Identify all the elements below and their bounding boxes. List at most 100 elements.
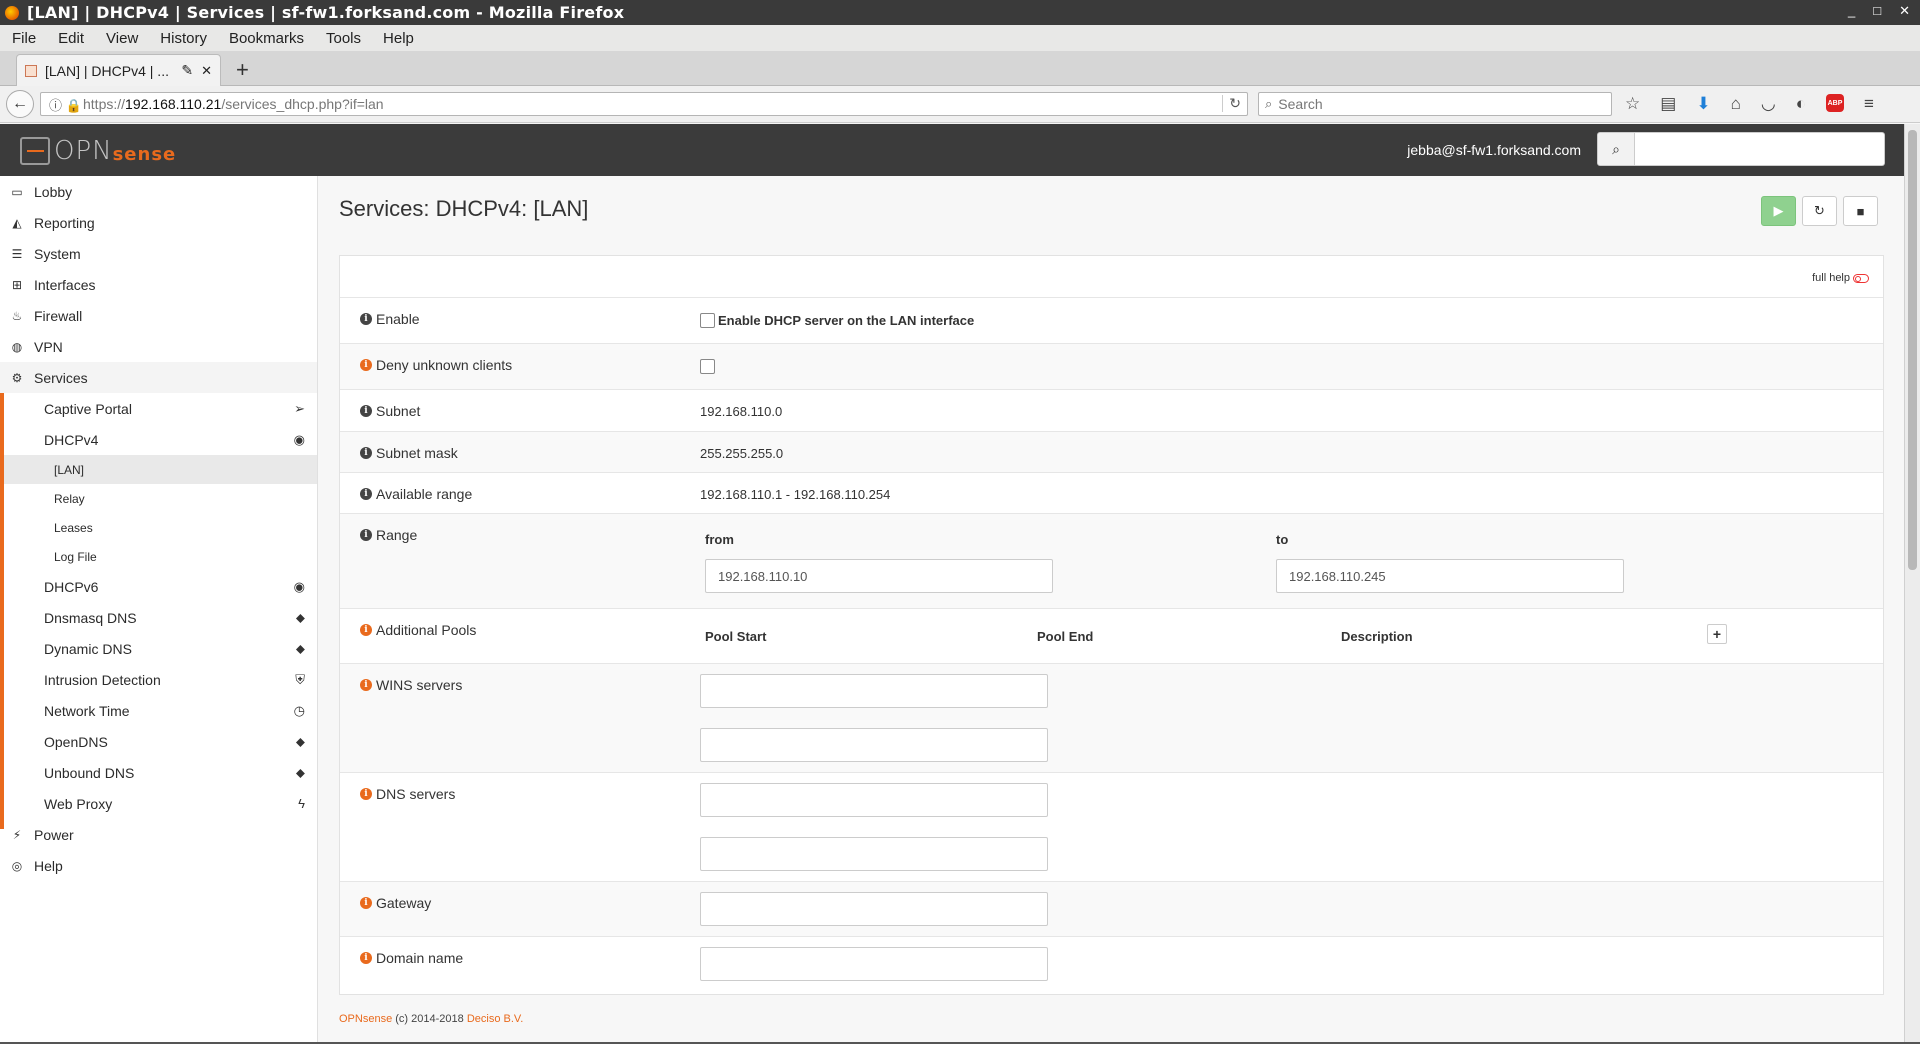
back-button[interactable]: ← — [6, 90, 34, 118]
sidebar-item-label: Web Proxy — [44, 795, 113, 812]
search-bar[interactable]: ⌕ Search — [1258, 92, 1612, 116]
refresh-icon: ↻ — [1814, 203, 1825, 218]
dns-server-2-input[interactable] — [700, 837, 1048, 871]
browser-tab[interactable]: [LAN] | DHCPv4 | ... ✎ ✕ — [16, 54, 221, 86]
dns-label: i DNS servers — [360, 786, 455, 802]
sidebar-item-intrusion-detection[interactable]: Intrusion Detection ⛨ — [0, 664, 317, 695]
info-icon[interactable]: i — [360, 447, 372, 459]
menu-bookmarks[interactable]: Bookmarks — [229, 30, 304, 47]
home-icon[interactable]: ⌂ — [1731, 94, 1741, 114]
wins-server-2-input[interactable] — [700, 728, 1048, 762]
page-scrollbar[interactable] — [1904, 124, 1920, 1044]
sidebar-item-interfaces[interactable]: ⊞ Interfaces — [0, 269, 317, 300]
range-from-header: from — [705, 532, 734, 547]
sidebar-item-captive-portal[interactable]: Captive Portal ➢ — [0, 393, 317, 424]
sidebar-item-lobby[interactable]: ▭ Lobby — [0, 176, 317, 207]
menu-file[interactable]: File — [12, 30, 36, 47]
mute-icon[interactable]: ✎ — [181, 62, 193, 79]
pools-label-text: Additional Pools — [376, 622, 477, 638]
opnsense-logo[interactable]: OPN sense — [20, 136, 176, 166]
info-icon[interactable]: i — [360, 529, 372, 541]
info-icon[interactable]: i — [360, 488, 372, 500]
subnet-value: 192.168.110.0 — [700, 404, 783, 419]
enable-checkbox-label[interactable]: Enable DHCP server on the LAN interface — [718, 313, 974, 328]
sidebar-item-dhcpv4-lan[interactable]: [LAN] — [0, 455, 317, 484]
site-info-icon[interactable]: ⓘ 🔒 — [41, 95, 83, 114]
tab-close-button[interactable]: ✕ — [201, 63, 212, 79]
sidebar-item-vpn[interactable]: ◍ VPN — [0, 331, 317, 362]
main-content: Services: DHCPv4: [LAN] ▶ ↻ ■ full help … — [319, 176, 1904, 1044]
pocket-icon[interactable]: ◡ — [1761, 94, 1776, 114]
menu-help[interactable]: Help — [383, 30, 414, 47]
gateway-input[interactable] — [700, 892, 1048, 926]
menu-tools[interactable]: Tools — [326, 30, 361, 47]
stop-service-button[interactable]: ■ — [1843, 196, 1878, 226]
sidebar-item-dhcpv4[interactable]: DHCPv4 ◉ — [0, 424, 317, 455]
sidebar-item-network-time[interactable]: Network Time ◷ — [0, 695, 317, 726]
sidebar-item-firewall[interactable]: ♨ Firewall — [0, 300, 317, 331]
avail-value: 192.168.110.1 - 192.168.110.254 — [700, 487, 891, 502]
enable-checkbox[interactable] — [700, 313, 715, 328]
range-to-input[interactable]: 192.168.110.245 — [1276, 559, 1624, 593]
scrollbar-thumb[interactable] — [1908, 130, 1917, 570]
dns-server-1-input[interactable] — [700, 783, 1048, 817]
footer-copyright: (c) 2014-2018 — [395, 1013, 464, 1025]
info-icon[interactable]: i — [360, 952, 372, 964]
range-from-input[interactable]: 192.168.110.10 — [705, 559, 1053, 593]
deny-checkbox[interactable] — [700, 359, 715, 374]
sidebar-item-dnsmasq-dns[interactable]: Dnsmasq DNS ⬥ — [0, 602, 317, 633]
user-label[interactable]: jebba@sf-fw1.forksand.com — [1407, 142, 1581, 158]
info-icon[interactable]: i — [360, 788, 372, 800]
sidebar-item-reporting[interactable]: ◭ Reporting — [0, 207, 317, 238]
area-chart-icon: ◭ — [12, 215, 22, 230]
menu-history[interactable]: History — [160, 30, 207, 47]
menu-view[interactable]: View — [106, 30, 138, 47]
close-window-button[interactable]: ✕ — [1899, 3, 1910, 19]
sidebar-item-dhcpv4-leases[interactable]: Leases — [0, 513, 317, 542]
reload-icon[interactable]: ↻ — [1222, 95, 1241, 112]
add-pool-button[interactable]: + — [1707, 624, 1727, 644]
sidebar-item-unbound-dns[interactable]: Unbound DNS ⬥ — [0, 757, 317, 788]
wins-server-1-input[interactable] — [700, 674, 1048, 708]
hamburger-menu-icon[interactable]: ≡ — [1864, 94, 1874, 114]
toggle-icon — [1853, 273, 1869, 283]
reading-list-icon[interactable]: ▤ — [1660, 94, 1676, 114]
info-icon[interactable]: i — [360, 359, 372, 371]
info-icon[interactable]: i — [360, 897, 372, 909]
domain-name-input[interactable] — [700, 947, 1048, 981]
start-service-button[interactable]: ▶ — [1761, 196, 1796, 226]
url-bar[interactable]: ⓘ 🔒 https://192.168.110.21/services_dhcp… — [40, 92, 1248, 116]
sidebar-item-services[interactable]: ⚙ Services — [0, 362, 317, 393]
restart-service-button[interactable]: ↻ — [1802, 196, 1837, 226]
footer-deciso-link[interactable]: Deciso B.V. — [467, 1013, 523, 1025]
new-tab-button[interactable]: + — [236, 57, 249, 83]
info-icon[interactable]: i — [360, 679, 372, 691]
sidebar-item-system[interactable]: ☰ System — [0, 238, 317, 269]
menu-edit[interactable]: Edit — [58, 30, 84, 47]
sidebar-item-label: Power — [34, 826, 74, 843]
info-icon[interactable]: i — [360, 313, 372, 325]
sidebar-item-help[interactable]: ◎ Help — [0, 850, 317, 881]
sidebar-item-web-proxy[interactable]: Web Proxy ϟ — [0, 788, 317, 819]
full-help-toggle[interactable]: full help — [1812, 272, 1869, 284]
sidebar-item-dhcpv4-relay[interactable]: Relay — [0, 484, 317, 513]
gateway-label: i Gateway — [360, 895, 431, 911]
sidebar-item-opendns[interactable]: OpenDNS ⬥ — [0, 726, 317, 757]
info-icon[interactable]: i — [360, 624, 372, 636]
adblock-icon[interactable]: ABP — [1825, 94, 1844, 112]
header-search-input[interactable] — [1635, 132, 1885, 166]
sidebar-item-power[interactable]: ⚡ Power — [0, 819, 317, 850]
sidebar-item-dhcpv4-log-file[interactable]: Log File — [0, 542, 317, 571]
download-icon[interactable]: ⬇ — [1696, 94, 1710, 114]
minimize-button[interactable]: _ — [1848, 3, 1855, 19]
extension-icon[interactable]: ◐ — [1796, 94, 1806, 114]
row-subnet-mask: i Subnet mask 255.255.255.0 — [340, 431, 1883, 472]
header-search-button[interactable]: ⌕ — [1597, 132, 1635, 166]
sidebar-item-dynamic-dns[interactable]: Dynamic DNS ⬥ — [0, 633, 317, 664]
info-icon[interactable]: i — [360, 405, 372, 417]
gateway-label-text: Gateway — [376, 895, 432, 911]
maximize-button[interactable]: □ — [1873, 3, 1881, 19]
bookmark-star-icon[interactable]: ☆ — [1625, 94, 1640, 114]
sidebar-item-dhcpv6[interactable]: DHCPv6 ◉ — [0, 571, 317, 602]
footer-opnsense-link[interactable]: OPNsense — [339, 1013, 392, 1025]
